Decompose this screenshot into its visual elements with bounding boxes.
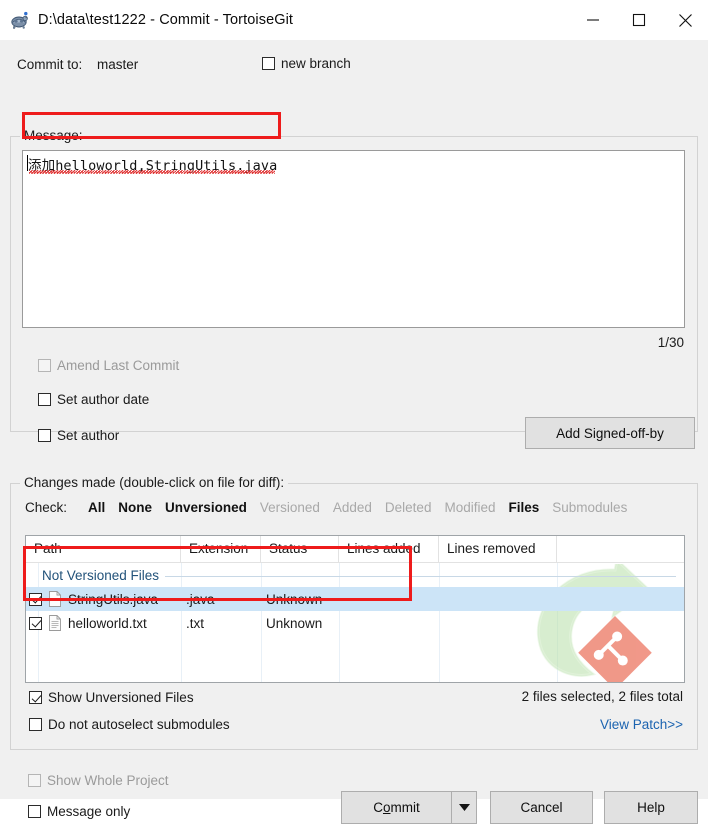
window-controls xyxy=(570,0,708,40)
check-link-modified: Modified xyxy=(444,500,496,515)
check-label: Check: xyxy=(25,500,68,515)
new-branch-label: new branch xyxy=(281,56,351,71)
tortoise-icon xyxy=(8,9,30,31)
check-link-all[interactable]: All xyxy=(88,500,105,515)
commit-label-pre: C xyxy=(373,800,383,815)
commit-to-branch-value: master xyxy=(97,57,139,72)
check-link-submodules: Submodules xyxy=(552,500,628,515)
new-branch-checkbox-box[interactable] xyxy=(262,57,275,70)
table-row[interactable]: helloworld.txt .txt Unknown xyxy=(26,611,684,635)
commit-label-accelerator: o xyxy=(382,800,391,815)
minimize-icon[interactable] xyxy=(570,0,616,40)
show-unversioned-label: Show Unversioned Files xyxy=(48,690,194,705)
message-only-checkbox[interactable]: Message only xyxy=(28,804,130,819)
file-row-checkbox[interactable] xyxy=(29,592,42,606)
file-status: Unknown xyxy=(266,591,323,607)
column-header-lines-removed[interactable]: Lines removed xyxy=(439,536,557,562)
title-bar: D:\data\test1222 - Commit - TortoiseGit xyxy=(0,0,708,40)
file-list-body: Not Versioned Files StringUtils.java .ja… xyxy=(26,557,684,682)
set-author-label: Set author xyxy=(57,428,120,443)
check-link-deleted: Deleted xyxy=(384,500,432,515)
group-divider xyxy=(156,576,676,577)
column-header-extension[interactable]: Extension xyxy=(181,536,261,562)
chevron-down-icon[interactable] xyxy=(451,791,477,824)
set-author-checkbox-box[interactable] xyxy=(38,429,51,442)
window-title: D:\data\test1222 - Commit - TortoiseGit xyxy=(38,12,294,28)
amend-last-commit-checkbox[interactable]: Amend Last Commit xyxy=(38,358,179,373)
commit-label-post: mmit xyxy=(390,800,420,815)
message-char-counter: 1/30 xyxy=(657,335,684,350)
set-author-date-checkbox-box[interactable] xyxy=(38,393,51,406)
cancel-button[interactable]: Cancel xyxy=(490,791,593,824)
no-autoselect-submodules-checkbox[interactable]: Do not autoselect submodules xyxy=(29,717,230,732)
file-row-checkbox[interactable] xyxy=(29,616,42,630)
column-header-lines-added[interactable]: Lines added xyxy=(339,536,439,562)
new-branch-checkbox[interactable]: new branch xyxy=(262,56,351,71)
check-link-versioned: Versioned xyxy=(259,500,320,515)
java-file-icon xyxy=(48,591,62,607)
show-unversioned-checkbox-box[interactable] xyxy=(29,691,42,704)
file-extension: .txt xyxy=(186,615,205,631)
commit-to-row: Commit to: master new branch xyxy=(0,55,708,77)
check-link-added: Added xyxy=(332,500,372,515)
file-status: Unknown xyxy=(266,615,323,631)
message-only-label: Message only xyxy=(47,804,131,819)
dialog-client-area: Commit to: master new branch Message: 添加… xyxy=(0,40,708,824)
show-whole-project-label: Show Whole Project xyxy=(47,773,169,788)
check-link-none[interactable]: None xyxy=(118,500,152,515)
no-autoselect-checkbox-box[interactable] xyxy=(29,718,42,731)
amend-label: Amend Last Commit xyxy=(57,358,180,373)
show-whole-project-checkbox-box[interactable] xyxy=(28,774,41,787)
commit-to-label: Commit to: xyxy=(17,57,83,72)
column-header-path[interactable]: Path xyxy=(26,536,181,562)
show-whole-project-checkbox[interactable]: Show Whole Project xyxy=(28,773,169,788)
commit-message-input[interactable]: 添加helloworld,StringUtils.java xyxy=(22,150,685,328)
view-patch-link[interactable]: View Patch>> xyxy=(600,717,683,732)
column-header-filler xyxy=(557,536,684,562)
file-list-header: Path Extension Status Lines added Lines … xyxy=(26,536,684,563)
check-link-files[interactable]: Files xyxy=(509,500,540,515)
changes-group-title: Changes made (double-click on file for d… xyxy=(20,475,289,490)
maximize-icon[interactable] xyxy=(616,0,662,40)
set-author-date-checkbox[interactable]: Set author date xyxy=(38,392,149,407)
spellcheck-underline xyxy=(29,170,275,174)
set-author-checkbox[interactable]: Set author xyxy=(38,428,119,443)
file-group-header: Not Versioned Files xyxy=(26,563,684,587)
check-link-unversioned[interactable]: Unversioned xyxy=(165,500,247,515)
close-icon[interactable] xyxy=(662,0,708,40)
changed-files-list[interactable]: Path Extension Status Lines added Lines … xyxy=(25,535,685,683)
add-signed-off-by-button[interactable]: Add Signed-off-by xyxy=(525,417,695,449)
set-author-date-label: Set author date xyxy=(57,392,150,407)
message-group: Message: 添加helloworld,StringUtils.java 1… xyxy=(10,128,698,449)
file-extension: .java xyxy=(186,591,215,607)
message-group-title: Message: xyxy=(20,128,87,143)
file-path: StringUtils.java xyxy=(68,591,159,607)
amend-checkbox-box[interactable] xyxy=(38,359,51,372)
show-unversioned-files-checkbox[interactable]: Show Unversioned Files xyxy=(29,690,194,705)
text-file-icon xyxy=(48,615,62,631)
changes-group: Changes made (double-click on file for d… xyxy=(10,475,698,750)
commit-button[interactable]: Co mmit xyxy=(341,791,451,824)
message-only-checkbox-box[interactable] xyxy=(28,805,41,818)
commit-split-button[interactable]: Co mmit xyxy=(341,791,477,824)
column-header-status[interactable]: Status xyxy=(261,536,339,562)
file-path: helloworld.txt xyxy=(68,615,147,631)
file-group-header-label: Not Versioned Files xyxy=(42,567,166,583)
help-button[interactable]: Help xyxy=(604,791,698,824)
files-summary-status: 2 files selected, 2 files total xyxy=(521,689,683,704)
no-autoselect-label: Do not autoselect submodules xyxy=(48,717,230,732)
table-row[interactable]: StringUtils.java .java Unknown xyxy=(26,587,684,611)
check-filter-row: Check: All None Unversioned Versioned Ad… xyxy=(25,500,640,515)
